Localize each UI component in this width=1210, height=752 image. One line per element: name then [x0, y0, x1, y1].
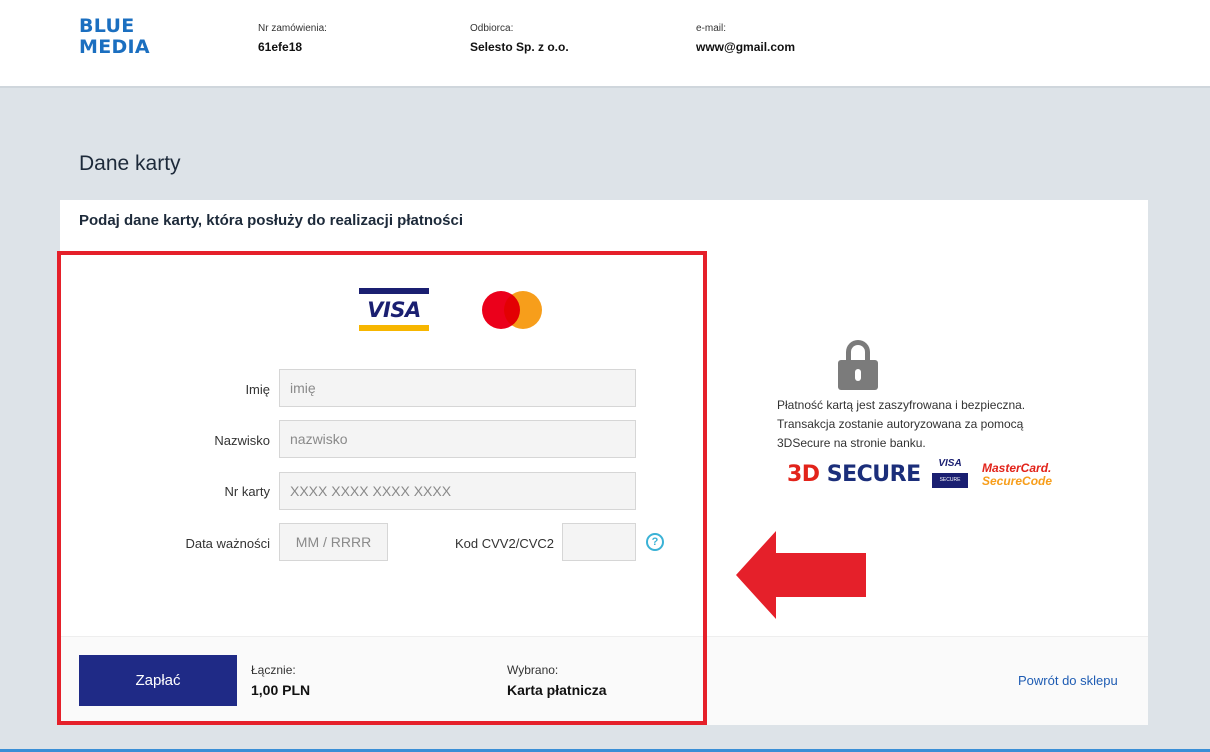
recipient-value: Selesto Sp. z o.o.: [470, 40, 569, 54]
logo-line-2: MEDIA: [79, 36, 150, 58]
email-info: e-mail: www@gmail.com: [696, 23, 795, 54]
recipient-info: Odbiorca: Selesto Sp. z o.o.: [470, 23, 569, 54]
lock-icon: [838, 340, 878, 390]
verified-by-visa-logo: VISA SECURE: [932, 458, 968, 492]
order-info: Nr zamówienia: 61efe18: [258, 23, 327, 54]
security-line-2: Transakcja zostanie autoryzowana za pomo…: [777, 417, 1024, 431]
security-line-1: Płatność kartą jest zaszyfrowana i bezpi…: [777, 398, 1026, 412]
security-line-3: 3DSecure na stronie banku.: [777, 436, 926, 450]
mc-securecode-line-2: SecureCode: [982, 474, 1053, 488]
highlight-box: [57, 251, 707, 725]
order-label: Nr zamówienia:: [258, 23, 327, 34]
vbv-top: VISA: [938, 458, 962, 469]
back-to-shop-link[interactable]: Powrót do sklepu: [1018, 673, 1118, 688]
arrow-shape: [736, 531, 866, 619]
logo-line-1: BLUE: [79, 15, 135, 37]
security-info: Płatność kartą jest zaszyfrowana i bezpi…: [777, 396, 1067, 453]
highlight-arrow-icon: [736, 531, 866, 619]
3d-secure-word: SECURE: [826, 462, 921, 487]
order-value: 61efe18: [258, 40, 303, 54]
email-label: e-mail:: [696, 23, 727, 34]
blue-media-logo: BLUE MEDIA: [79, 16, 150, 58]
lock-keyhole: [855, 369, 861, 381]
page-title: Dane karty: [79, 152, 181, 175]
mastercard-securecode-logo: MasterCard. SecureCode: [982, 462, 1052, 488]
recipient-label: Odbiorca:: [470, 23, 514, 34]
form-subtitle: Podaj dane karty, która posłuży do reali…: [79, 212, 464, 229]
vbv-bottom: SECURE: [932, 473, 968, 488]
3d-secure-3d: 3D: [787, 462, 820, 487]
page-header: BLUE MEDIA Nr zamówienia: 61efe18 Odbior…: [0, 0, 1210, 88]
card-title-area: Dane karty: [60, 120, 1148, 200]
email-value: www@gmail.com: [696, 40, 796, 54]
3d-secure-logo: 3D SECURE: [787, 462, 921, 487]
